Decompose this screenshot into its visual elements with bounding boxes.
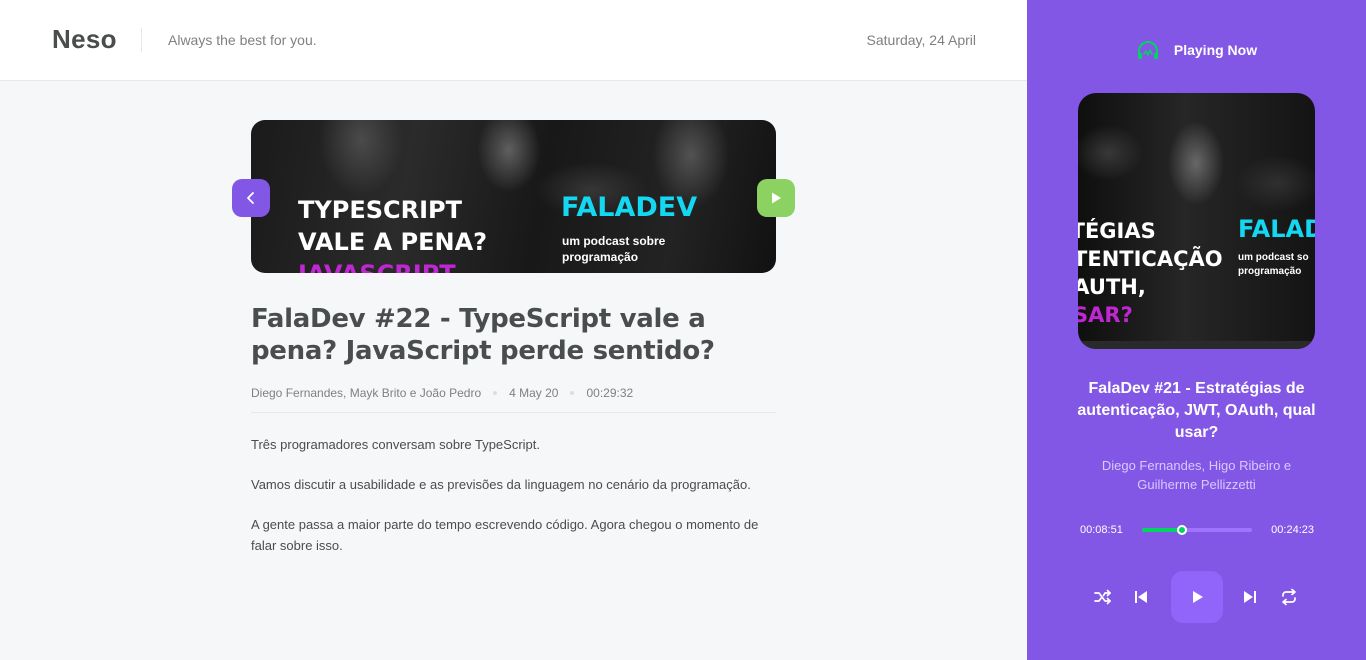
- description-paragraph: Três programadores conversam sobre TypeS…: [251, 437, 541, 452]
- episode-thumbnail: TYPESCRIPT VALE A PENA? JAVASCRIPT FALAD…: [251, 120, 776, 273]
- progress-bar: 00:08:51 00:24:23: [1080, 524, 1314, 536]
- play-icon: [772, 192, 781, 204]
- shuffle-button[interactable]: [1091, 585, 1115, 609]
- player: Playing Now ATÉGIAS UTENTICAÇÃO OAUTH, U…: [1027, 0, 1366, 660]
- skip-next-icon: [1244, 591, 1256, 603]
- chevron-left-icon: [247, 192, 254, 204]
- previous-button[interactable]: [1129, 585, 1153, 609]
- cover-line: USAR?: [1078, 303, 1133, 327]
- cover-headline: ATÉGIAS UTENTICAÇÃO OAUTH, USAR?: [1078, 217, 1223, 329]
- playing-now-label: Playing Now: [1173, 42, 1258, 58]
- cover-subtitle: um podcast so programação: [1238, 252, 1309, 277]
- current-time: 00:08:51: [1080, 524, 1123, 536]
- progress-slider[interactable]: [1142, 525, 1252, 535]
- play-icon: [1193, 591, 1203, 603]
- thumbnail-line: JAVASCRIPT: [298, 258, 487, 273]
- header-divider: [141, 28, 142, 52]
- thumbnail-subtitle: um podcast sobre programação: [562, 234, 666, 264]
- now-playing-title: FalaDev #21 - Estratégias de autenticaçã…: [1077, 380, 1316, 441]
- cover-line: OAUTH,: [1078, 275, 1146, 299]
- next-button[interactable]: [1238, 585, 1262, 609]
- header: Neso Always the best for you. Saturday, …: [0, 0, 1027, 81]
- thumbnail-headline: TYPESCRIPT VALE A PENA? JAVASCRIPT: [298, 194, 487, 273]
- episode-page: TYPESCRIPT VALE A PENA? JAVASCRIPT FALAD…: [0, 81, 1027, 660]
- episode-members: Diego Fernandes, Mayk Brito e João Pedro: [251, 386, 482, 400]
- headphones-icon: [1137, 41, 1158, 59]
- play-pause-button[interactable]: [1171, 571, 1223, 623]
- progress-fill: [1142, 528, 1182, 532]
- repeat-button[interactable]: [1277, 585, 1301, 609]
- shuffle-icon: [1094, 589, 1111, 605]
- repeat-icon: [1282, 588, 1296, 606]
- skip-previous-icon: [1135, 591, 1147, 603]
- episode-duration: 00:29:32: [586, 386, 634, 400]
- description-paragraph: A gente passa a maior parte do tempo esc…: [251, 517, 759, 553]
- cover-line: UTENTICAÇÃO: [1078, 247, 1223, 271]
- playing-now-header: Playing Now: [1027, 40, 1366, 60]
- cover-line: ATÉGIAS: [1078, 219, 1156, 243]
- separator-dot: [570, 391, 575, 395]
- current-date: Saturday, 24 April: [866, 32, 976, 48]
- episode-description: Três programadores conversam sobre TypeS…: [251, 434, 776, 575]
- player-controls: [1027, 571, 1366, 623]
- progress-handle[interactable]: [1176, 525, 1187, 535]
- now-playing-members: Diego Fernandes, Higo Ribeiro e Guilherm…: [1101, 458, 1292, 492]
- description-paragraph: Vamos discutir a usabilidade e as previs…: [251, 477, 751, 492]
- episode-published: 4 May 20: [509, 386, 559, 400]
- thumbnail-line: VALE A PENA?: [298, 228, 488, 256]
- episode-title: FalaDev #22 - TypeScript vale a pena? Ja…: [251, 304, 715, 366]
- cover-strip: [1078, 341, 1315, 349]
- thumbnail-line: TYPESCRIPT: [298, 196, 463, 224]
- logo[interactable]: Neso: [52, 24, 117, 55]
- now-playing-cover: ATÉGIAS UTENTICAÇÃO OAUTH, USAR? FALAD u…: [1078, 93, 1315, 349]
- play-episode-button[interactable]: [757, 179, 795, 217]
- cover-brand: FALAD: [1238, 215, 1315, 243]
- thumbnail-brand: FALADEV: [561, 192, 698, 223]
- tagline: Always the best for you.: [168, 32, 317, 48]
- total-time: 00:24:23: [1271, 524, 1314, 536]
- separator-dot: [493, 391, 498, 395]
- back-button[interactable]: [232, 179, 270, 217]
- episode-meta: Diego Fernandes, Mayk Brito e João Pedro…: [251, 386, 776, 413]
